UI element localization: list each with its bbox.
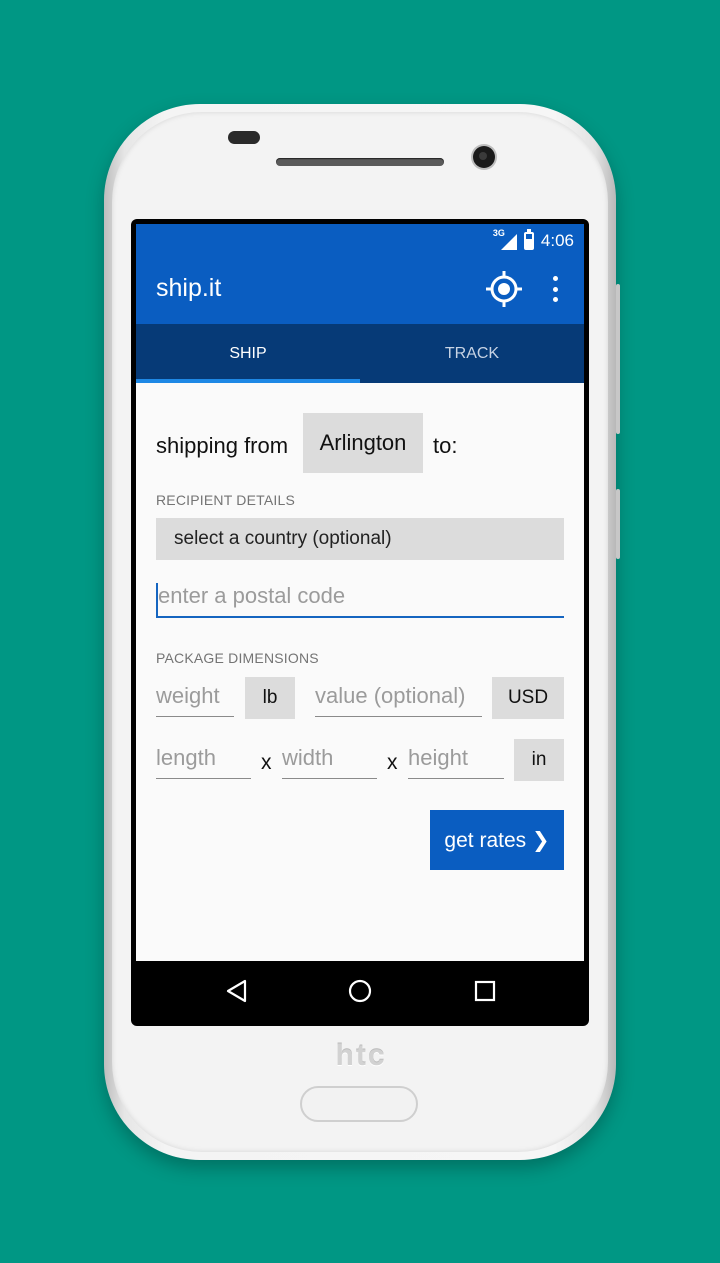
width-input[interactable]: width bbox=[282, 745, 377, 779]
shipping-from-label: shipping from bbox=[156, 433, 289, 458]
weight-unit-button[interactable]: lb bbox=[245, 677, 295, 719]
height-input[interactable]: height bbox=[408, 745, 504, 779]
value-input[interactable]: value (optional) bbox=[315, 683, 482, 717]
back-triangle-icon[interactable] bbox=[225, 979, 249, 1003]
power-button bbox=[616, 489, 620, 559]
tab-track[interactable]: TRACK bbox=[360, 324, 584, 383]
status-time: 4:06 bbox=[540, 231, 574, 250]
country-select[interactable]: select a country (optional) bbox=[156, 518, 564, 560]
length-input[interactable]: length bbox=[156, 745, 251, 779]
battery-icon bbox=[523, 229, 534, 250]
times-symbol: x bbox=[387, 751, 398, 774]
dimension-unit-button[interactable]: in bbox=[514, 739, 564, 781]
screen: 3G 4:06 ship.it SHIP TRACK shipping from… bbox=[131, 219, 589, 1026]
tab-ship[interactable]: SHIP bbox=[136, 324, 360, 383]
get-rates-button[interactable]: get rates ❯ bbox=[430, 810, 564, 870]
currency-button[interactable]: USD bbox=[492, 677, 564, 719]
recents-square-icon[interactable] bbox=[473, 979, 497, 1003]
weight-input[interactable]: weight bbox=[156, 683, 234, 717]
status-bar: 3G 4:06 bbox=[136, 224, 584, 256]
tab-bar: SHIP TRACK bbox=[136, 324, 584, 383]
ship-form: shipping from Arlington to: RECIPIENT DE… bbox=[136, 383, 584, 961]
front-camera bbox=[473, 146, 495, 168]
signal-icon: 3G bbox=[493, 228, 517, 250]
package-dimensions-header: PACKAGE DIMENSIONS bbox=[156, 650, 319, 666]
earpiece bbox=[228, 131, 260, 144]
times-symbol: x bbox=[261, 751, 272, 774]
postal-code-input[interactable]: enter a postal code bbox=[156, 583, 564, 618]
origin-city-button[interactable]: Arlington bbox=[303, 413, 423, 473]
to-label: to: bbox=[433, 433, 458, 458]
system-nav-bar bbox=[136, 961, 584, 1021]
brand-logo: htc bbox=[335, 1039, 387, 1072]
more-vert-icon[interactable] bbox=[550, 276, 560, 302]
home-circle-icon[interactable] bbox=[348, 979, 372, 1003]
gps-locate-icon[interactable] bbox=[486, 271, 522, 307]
app-bar: ship.it bbox=[136, 256, 584, 324]
volume-button bbox=[616, 284, 620, 434]
speaker-grille bbox=[276, 158, 444, 166]
app-title: ship.it bbox=[156, 274, 222, 302]
home-key bbox=[300, 1086, 418, 1122]
recipient-details-header: RECIPIENT DETAILS bbox=[156, 492, 296, 508]
